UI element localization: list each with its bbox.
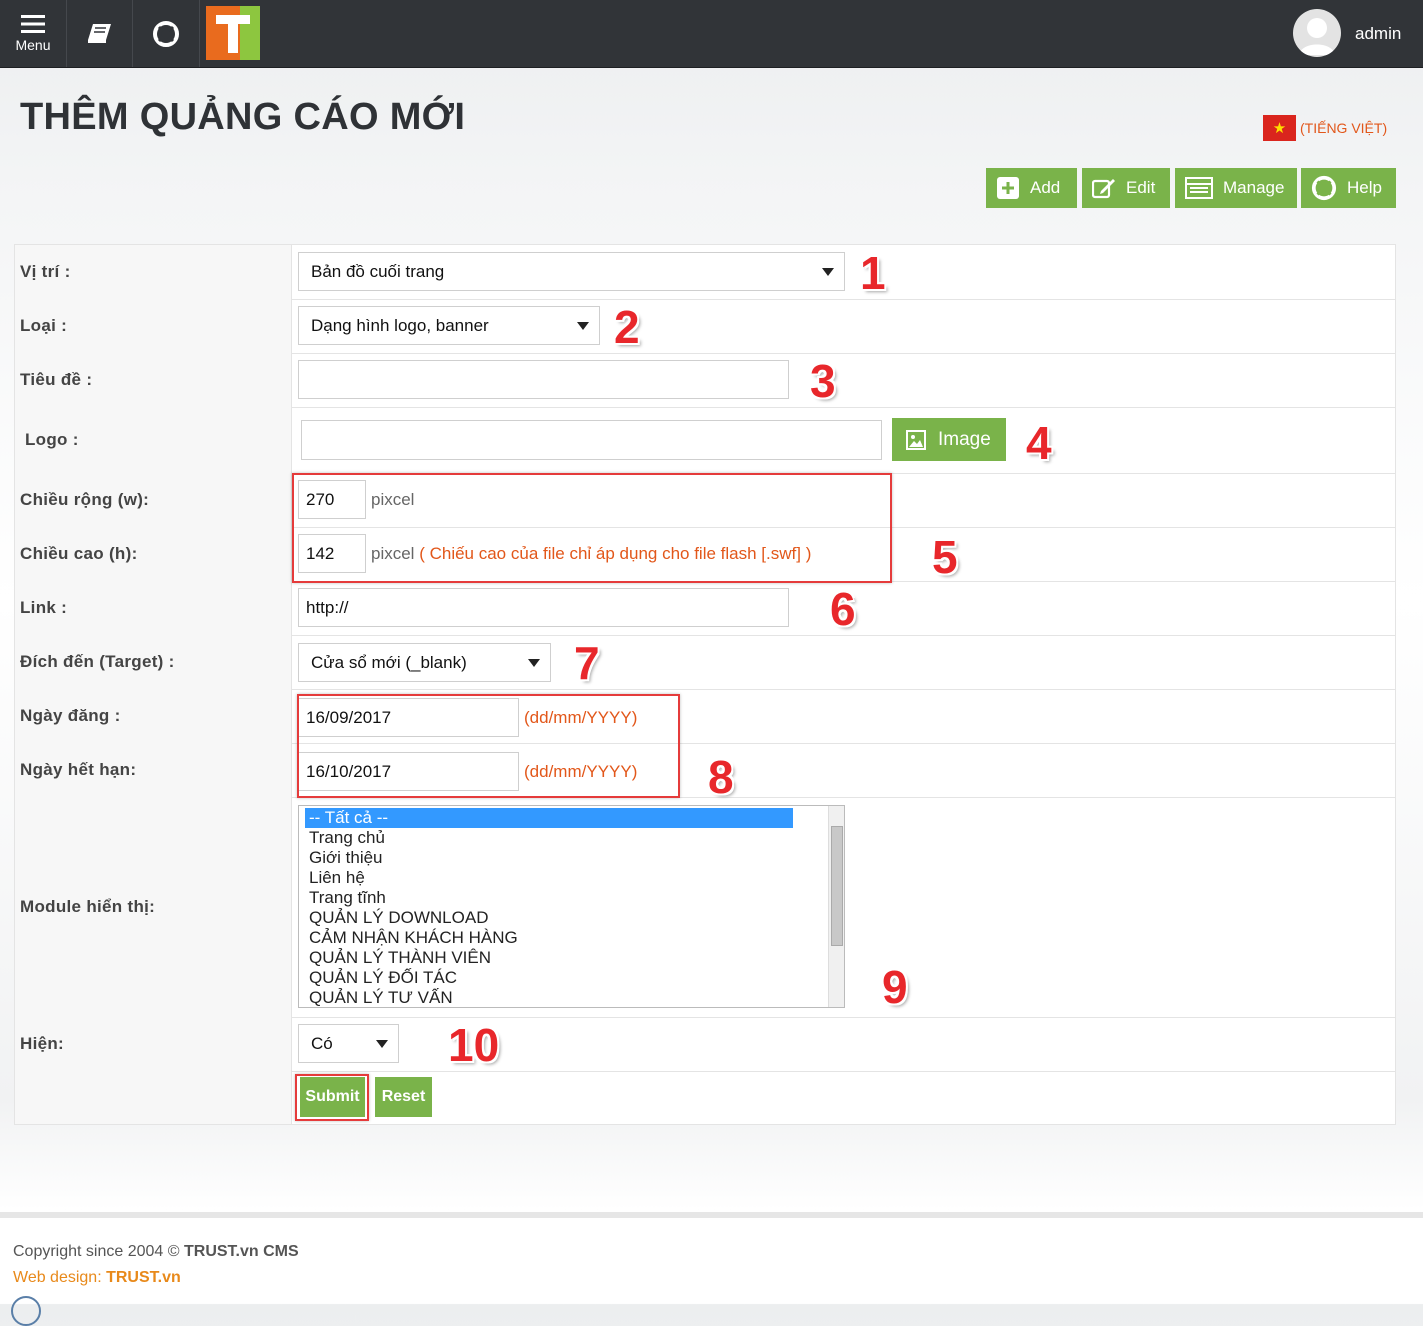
- modules-label: Module hiển thị:: [20, 897, 156, 916]
- list-option[interactable]: QUẢN LÝ TƯ VẤN: [299, 988, 844, 1007]
- actions-row: [15, 1071, 1395, 1124]
- annotation-7: 7: [574, 637, 600, 689]
- link-label: Link :: [20, 598, 68, 617]
- type-select[interactable]: Dạng hình logo, banner: [298, 306, 600, 345]
- reset-button[interactable]: Reset: [375, 1077, 432, 1117]
- webdesign-text: Web design: TRUST.vn: [13, 1269, 181, 1286]
- top-navbar: Menu admin: [0, 0, 1423, 68]
- submit-highlight-box: [295, 1074, 369, 1121]
- chevron-down-icon: [822, 267, 834, 276]
- list-option[interactable]: QUẢN LÝ THÀNH VIÊN: [299, 948, 844, 968]
- plus-icon: [997, 177, 1019, 199]
- help-label: Help: [1347, 178, 1382, 197]
- type-row: Loại :: [15, 299, 1395, 354]
- user-icon: [1299, 18, 1335, 55]
- language-label: (TIẾNG VIỆT): [1300, 120, 1388, 136]
- add-label: Add: [1030, 178, 1061, 197]
- list-icon: [1185, 177, 1213, 199]
- chevron-down-icon: [577, 321, 589, 330]
- type-value: Dạng hình logo, banner: [311, 315, 489, 335]
- logo-input[interactable]: [301, 420, 882, 460]
- modules-listbox[interactable]: -- Tất cả -- Trang chủ Giới thiệu Liên h…: [298, 805, 845, 1008]
- logo-label: Logo :: [25, 430, 79, 449]
- image-button-label: Image: [938, 428, 991, 450]
- book-icon: [87, 23, 111, 43]
- visible-value: Có: [311, 1033, 333, 1053]
- link-input[interactable]: http://: [298, 588, 789, 627]
- target-row: Đích đến (Target) :: [15, 635, 1395, 690]
- title-input[interactable]: [298, 360, 789, 399]
- width-label: Chiều rộng (w):: [20, 490, 150, 509]
- trust-logo[interactable]: [206, 6, 260, 60]
- annotation-4: 4: [1026, 417, 1052, 469]
- list-option[interactable]: Liên hệ: [299, 868, 844, 888]
- image-browse-button[interactable]: Image: [892, 418, 1006, 461]
- help-button[interactable]: Help: [1301, 168, 1396, 208]
- visible-label: Hiện:: [20, 1034, 64, 1053]
- book-button[interactable]: [67, 0, 133, 67]
- target-label: Đích đến (Target) :: [20, 652, 175, 671]
- edit-label: Edit: [1126, 178, 1156, 197]
- chat-widget-icon[interactable]: [11, 1296, 41, 1326]
- annotation-5: 5: [932, 531, 958, 583]
- expire-date-row: Ngày hết hạn:: [15, 743, 1395, 798]
- scrollbar-thumb[interactable]: [831, 826, 843, 946]
- footer-divider: [0, 1212, 1423, 1218]
- chevron-down-icon: [528, 658, 540, 667]
- expire-date-label: Ngày hết hạn:: [20, 760, 137, 779]
- dates-highlight-box: [297, 694, 680, 798]
- webdesign-link[interactable]: TRUST.vn: [106, 1269, 181, 1286]
- list-option[interactable]: Trang tĩnh: [299, 888, 844, 908]
- visible-select[interactable]: Có: [298, 1024, 399, 1063]
- list-option[interactable]: QUẢN LÝ ĐỐI TÁC: [299, 968, 844, 988]
- annotation-9: 9: [882, 961, 908, 1013]
- list-option[interactable]: Giới thiệu: [299, 848, 844, 868]
- position-value: Bản đồ cuối trang: [311, 261, 445, 281]
- lifebuoy-icon: [153, 20, 179, 47]
- dimensions-highlight-box: [292, 473, 892, 583]
- hamburger-icon: [21, 15, 45, 33]
- image-icon: [906, 429, 926, 450]
- title-label: Tiêu đề :: [20, 370, 93, 389]
- username[interactable]: admin: [1355, 24, 1401, 44]
- edit-button[interactable]: Edit: [1082, 168, 1170, 208]
- language-selector[interactable]: ★ (TIẾNG VIỆT): [1263, 115, 1387, 141]
- add-button[interactable]: Add: [986, 168, 1077, 208]
- support-button[interactable]: [133, 0, 200, 67]
- height-label: Chiều cao (h):: [20, 544, 138, 563]
- menu-button[interactable]: Menu: [0, 0, 67, 67]
- annotation-1: 1: [860, 247, 886, 299]
- post-date-label: Ngày đăng :: [20, 706, 121, 725]
- target-value: Cửa sổ mới (_blank): [311, 652, 467, 672]
- type-label: Loại :: [20, 316, 68, 335]
- user-avatar[interactable]: [1293, 9, 1341, 57]
- edit-icon: [1092, 179, 1115, 199]
- menu-label: Menu: [15, 37, 51, 53]
- target-select[interactable]: Cửa sổ mới (_blank): [298, 643, 551, 682]
- manage-label: Manage: [1223, 178, 1285, 197]
- annotation-2: 2: [614, 301, 640, 353]
- list-option[interactable]: QUẢN LÝ DOWNLOAD: [299, 908, 844, 928]
- copyright-brand: TRUST.vn CMS: [184, 1243, 299, 1260]
- position-select[interactable]: Bản đồ cuối trang: [298, 252, 845, 291]
- lifebuoy-icon: [1311, 175, 1337, 201]
- annotation-6: 6: [830, 583, 856, 635]
- post-date-row: Ngày đăng :: [15, 689, 1395, 744]
- page-title: THÊM QUẢNG CÁO MỚI: [20, 96, 466, 138]
- chevron-down-icon: [376, 1039, 388, 1048]
- listbox-scrollbar[interactable]: [828, 806, 844, 1007]
- list-option[interactable]: CẢM NHẬN KHÁCH HÀNG: [299, 928, 844, 948]
- manage-button[interactable]: Manage: [1175, 168, 1297, 208]
- vietnam-flag-icon: ★: [1263, 115, 1296, 141]
- annotation-10: 10: [448, 1019, 500, 1071]
- annotation-3: 3: [810, 355, 836, 407]
- position-label: Vị trí :: [20, 262, 71, 281]
- visible-row: Hiện:: [15, 1017, 1395, 1072]
- annotation-8: 8: [708, 751, 734, 803]
- copyright-text: Copyright since 2004 © TRUST.vn CMS: [13, 1243, 299, 1260]
- list-option[interactable]: -- Tất cả --: [305, 808, 793, 828]
- list-option[interactable]: Trang chủ: [299, 828, 844, 848]
